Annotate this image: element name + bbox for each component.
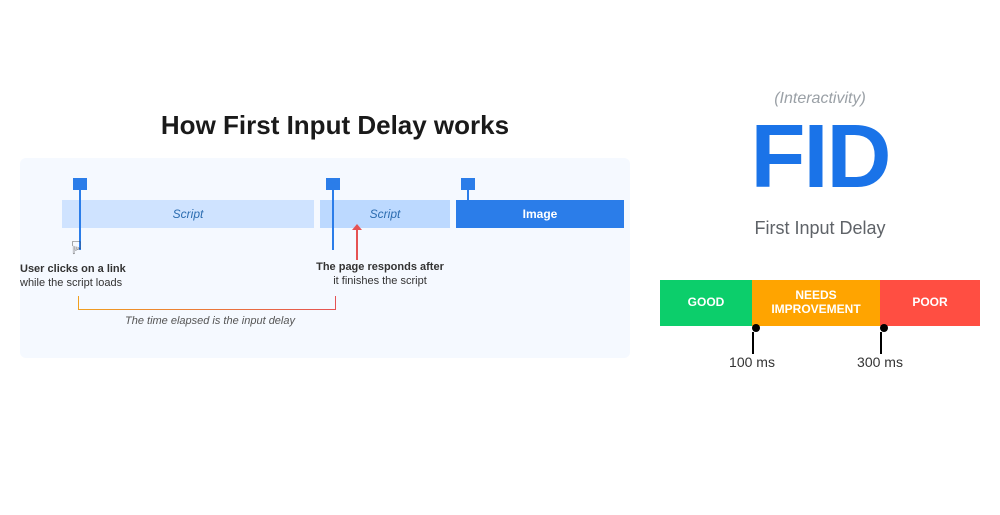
caption-page-responds: The page responds after it finishes the … — [300, 260, 460, 289]
response-arrow-icon — [356, 230, 358, 260]
segment-script-2: Script — [320, 200, 450, 228]
funnel-icon — [73, 178, 87, 190]
tick-line-icon — [752, 332, 754, 354]
cursor-click-icon: ☟ — [71, 238, 82, 259]
right-subtitle: (Interactivity) — [660, 90, 980, 108]
caption-elapsed: The time elapsed is the input delay — [100, 314, 320, 328]
caption-user-click: User clicks on a link while the script l… — [20, 262, 170, 291]
right-acronym: FID — [660, 112, 980, 202]
funnel-icon — [461, 178, 475, 190]
threshold-scale: GOOD NEEDS IMPROVEMENT POOR — [660, 280, 980, 326]
timeline-bar: Script Script Image — [62, 200, 632, 228]
marker-stem — [332, 190, 334, 250]
caption-user-click-sub: while the script loads — [20, 277, 122, 289]
segment-image: Image — [456, 200, 624, 228]
tick-dot-icon — [752, 324, 760, 332]
tick-label: 100 ms — [722, 354, 782, 370]
funnel-icon — [326, 178, 340, 190]
tick-label: 300 ms — [850, 354, 910, 370]
figure-canvas: How First Input Delay works Script Scrip… — [0, 0, 1000, 515]
left-title: How First Input Delay works — [40, 110, 630, 141]
right-fullname: First Input Delay — [660, 218, 980, 239]
scale-good: GOOD — [660, 280, 752, 326]
segment-script-1: Script — [62, 200, 314, 228]
caption-page-responds-sub: it finishes the script — [333, 275, 427, 287]
scale-needs: NEEDS IMPROVEMENT — [752, 280, 880, 326]
caption-page-responds-title: The page responds after — [300, 260, 460, 274]
elapsed-bracket-icon — [78, 296, 336, 310]
caption-user-click-title: User clicks on a link — [20, 262, 170, 276]
scale-poor: POOR — [880, 280, 980, 326]
tick-dot-icon — [880, 324, 888, 332]
marker-stem — [467, 190, 469, 212]
tick-line-icon — [880, 332, 882, 354]
